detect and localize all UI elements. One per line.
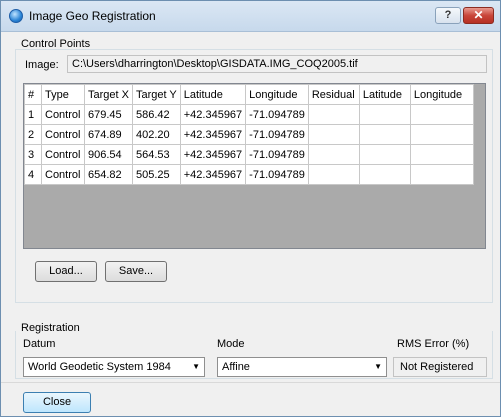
table-cell[interactable]: +42.345967 bbox=[179, 104, 247, 125]
column-header[interactable]: # bbox=[24, 84, 42, 105]
column-header[interactable]: Latitude bbox=[179, 84, 247, 105]
save-button[interactable]: Save... bbox=[105, 261, 167, 282]
table-cell[interactable]: -71.094789 bbox=[245, 164, 309, 185]
datum-value: World Geodetic System 1984 bbox=[28, 361, 171, 373]
table-cell[interactable] bbox=[358, 144, 411, 165]
table-cell[interactable]: 674.89 bbox=[84, 124, 133, 145]
rms-error-label: RMS Error (%) bbox=[397, 338, 470, 350]
table-cell[interactable]: 564.53 bbox=[131, 144, 181, 165]
table-cell[interactable] bbox=[358, 124, 411, 145]
control-points-grid[interactable]: # Type Target X Target Y Latitude Longitude Re… bbox=[23, 83, 486, 249]
table-cell[interactable]: Control bbox=[41, 164, 85, 185]
table-row[interactable]: 3 Control 906.54 564.53 +42.345967 -71.094789 bbox=[24, 144, 474, 165]
table-cell[interactable]: +42.345967 bbox=[179, 124, 247, 145]
control-points-table: # Type Target X Target Y Latitude Longitude Re… bbox=[24, 84, 474, 185]
table-cell[interactable] bbox=[358, 104, 411, 125]
window-title: Image Geo Registration bbox=[29, 9, 156, 23]
table-cell[interactable]: 906.54 bbox=[84, 144, 133, 165]
table-cell[interactable] bbox=[307, 164, 360, 185]
column-header[interactable]: Target X bbox=[84, 84, 133, 105]
table-row[interactable]: 1 Control 679.45 586.42 +42.345967 -71.094789 bbox=[24, 104, 474, 125]
column-header[interactable]: Latitude bbox=[358, 84, 411, 105]
dialog-window: Image Geo Registration ? ✕ Control Point… bbox=[0, 0, 501, 417]
help-button[interactable]: ? bbox=[435, 7, 461, 24]
column-header[interactable]: Target Y bbox=[131, 84, 181, 105]
column-header[interactable]: Residual bbox=[307, 84, 360, 105]
table-cell[interactable]: 2 bbox=[24, 124, 42, 145]
table-cell[interactable]: 586.42 bbox=[131, 104, 181, 125]
table-cell[interactable] bbox=[409, 164, 474, 185]
table-row[interactable]: 4 Control 654.82 505.25 +42.345967 -71.094789 bbox=[24, 164, 474, 185]
table-row[interactable]: 2 Control 674.89 402.20 +42.345967 -71.094789 bbox=[24, 124, 474, 145]
image-label: Image: bbox=[25, 59, 59, 71]
table-cell[interactable] bbox=[307, 124, 360, 145]
table-cell[interactable]: -71.094789 bbox=[245, 144, 309, 165]
table-cell[interactable]: 505.25 bbox=[131, 164, 181, 185]
mode-select[interactable]: Affine ▼ bbox=[217, 357, 387, 377]
table-cell[interactable] bbox=[409, 104, 474, 125]
table-cell[interactable]: -71.094789 bbox=[245, 124, 309, 145]
table-cell[interactable] bbox=[307, 144, 360, 165]
globe-icon bbox=[9, 9, 23, 23]
table-cell[interactable]: 679.45 bbox=[84, 104, 133, 125]
table-cell[interactable]: Control bbox=[41, 144, 85, 165]
table-cell[interactable]: 402.20 bbox=[131, 124, 181, 145]
table-cell[interactable] bbox=[307, 104, 360, 125]
image-path-field: C:\Users\dharrington\Desktop\GISDATA.IMG… bbox=[67, 55, 487, 73]
table-cell[interactable]: 3 bbox=[24, 144, 42, 165]
title-bar: Image Geo Registration ? ✕ bbox=[1, 1, 500, 32]
table-cell[interactable] bbox=[358, 164, 411, 185]
table-cell[interactable]: Control bbox=[41, 104, 85, 125]
load-button[interactable]: Load... bbox=[35, 261, 97, 282]
table-cell[interactable]: 654.82 bbox=[84, 164, 133, 185]
column-header[interactable]: Longitude bbox=[245, 84, 309, 105]
table-cell[interactable]: 1 bbox=[24, 104, 42, 125]
mode-label: Mode bbox=[217, 338, 245, 350]
rms-error-value: Not Registered bbox=[393, 357, 487, 377]
table-cell[interactable]: -71.094789 bbox=[245, 104, 309, 125]
table-header-row: # Type Target X Target Y Latitude Longitude Re… bbox=[24, 84, 474, 105]
table-cell[interactable]: Control bbox=[41, 124, 85, 145]
table-cell[interactable] bbox=[409, 124, 474, 145]
mode-value: Affine bbox=[222, 361, 250, 373]
close-window-button[interactable]: ✕ bbox=[463, 7, 494, 24]
chevron-down-icon: ▼ bbox=[192, 362, 200, 371]
table-cell[interactable]: +42.345967 bbox=[179, 164, 247, 185]
datum-label: Datum bbox=[23, 338, 56, 350]
table-cell[interactable] bbox=[409, 144, 474, 165]
chevron-down-icon: ▼ bbox=[374, 362, 382, 371]
close-button[interactable]: Close bbox=[23, 392, 91, 413]
column-header[interactable]: Type bbox=[41, 84, 85, 105]
table-cell[interactable]: +42.345967 bbox=[179, 144, 247, 165]
table-cell[interactable]: 4 bbox=[24, 164, 42, 185]
column-header[interactable]: Longitude bbox=[409, 84, 474, 105]
footer-divider bbox=[1, 382, 500, 383]
datum-select[interactable]: World Geodetic System 1984 ▼ bbox=[23, 357, 205, 377]
